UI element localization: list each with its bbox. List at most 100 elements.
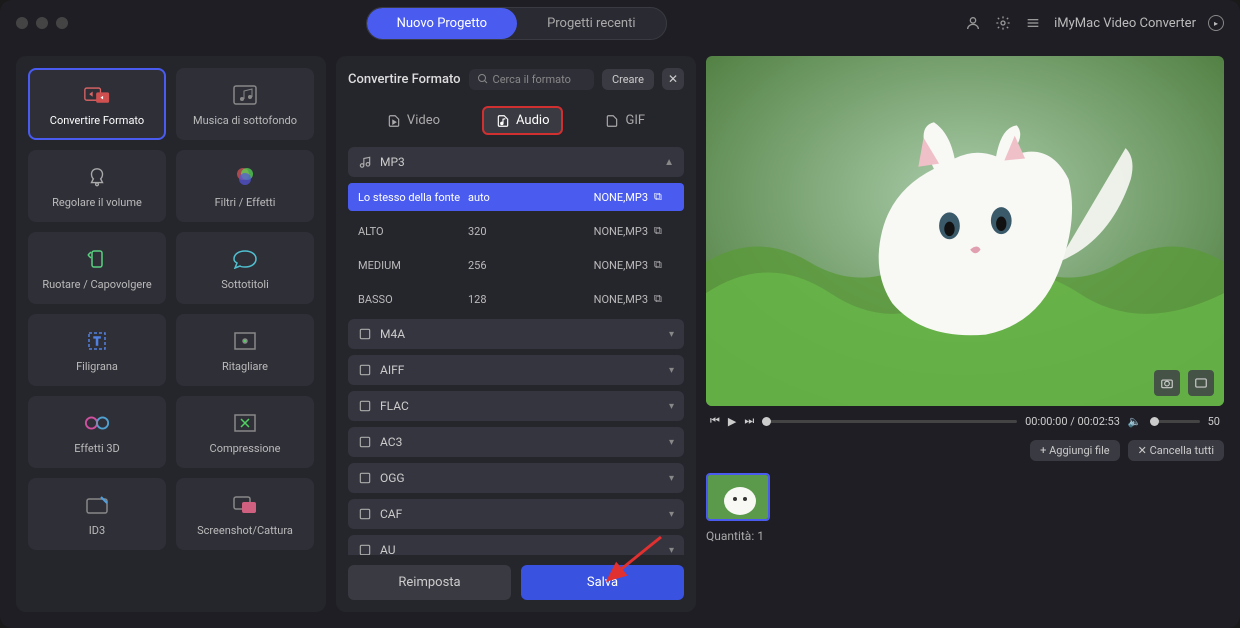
sidebar-item-label: Ritagliare (222, 360, 268, 373)
panel-title: Convertire Formato (348, 72, 461, 87)
convert-icon (84, 82, 110, 108)
close-button[interactable]: ✕ (662, 68, 684, 90)
sidebar-item-subtitle[interactable]: Sottotitoli (176, 232, 314, 304)
chevron-up-icon: ▲ (664, 157, 674, 168)
search-icon (477, 73, 489, 85)
format-caf-header[interactable]: CAF▾ (348, 499, 684, 529)
sidebar-item-label: Filtri / Effetti (215, 196, 276, 209)
mute-button[interactable]: 🔈 (1128, 415, 1142, 428)
max-dot[interactable] (56, 17, 68, 29)
time-display: 00:00:00 / 00:02:53 (1025, 415, 1120, 428)
sidebar-item-volume[interactable]: Regolare il volume (28, 150, 166, 222)
sidebar-item-label: Regolare il volume (52, 196, 142, 209)
format-m4a-header[interactable]: M4A▾ (348, 319, 684, 349)
save-button[interactable]: Salva (521, 565, 684, 600)
format-ogg-header[interactable]: OGG▾ (348, 463, 684, 493)
sidebar-item-label: Filigrana (76, 360, 118, 373)
watermark-icon: T (84, 328, 110, 354)
compress-icon (232, 410, 258, 436)
min-dot[interactable] (36, 17, 48, 29)
next-button[interactable]: ⏭ (744, 414, 754, 428)
format-mp3-header[interactable]: MP3 ▲ (348, 147, 684, 177)
rotate-icon (84, 246, 110, 272)
format-au-header[interactable]: AU▾ (348, 535, 684, 555)
3d-icon (84, 410, 110, 436)
audio-icon (358, 399, 372, 413)
filters-icon (232, 164, 258, 190)
sidebar-item-label: Musica di sottofondo (193, 114, 297, 127)
format-flac-header[interactable]: FLAC▾ (348, 391, 684, 421)
subtab-gif[interactable]: GIF (593, 106, 657, 135)
clear-all-button[interactable]: ✕ Cancella tutti (1128, 440, 1224, 461)
gif-file-icon (605, 114, 619, 128)
audio-icon (358, 327, 372, 341)
quantity-label: Quantità: 1 (706, 529, 1224, 543)
preview-panel: ⏮ ▶ ⏭ 00:00:00 / 00:02:53 🔈 50 + Aggiung… (706, 56, 1224, 612)
snapshot-button[interactable] (1154, 370, 1180, 396)
video-preview[interactable] (706, 56, 1224, 406)
chevron-down-icon: ▾ (669, 401, 674, 412)
sidebar-item-id3[interactable]: ID3 (28, 478, 166, 550)
sidebar-item-compress[interactable]: Compressione (176, 396, 314, 468)
sidebar-item-label: Effetti 3D (74, 442, 120, 455)
play-circle-icon[interactable]: ▸ (1208, 15, 1224, 31)
tab-new-project[interactable]: Nuovo Progetto (367, 8, 517, 39)
audio-icon (358, 363, 372, 377)
edit-icon[interactable]: ⧉ (654, 224, 674, 238)
sidebar-item-convert[interactable]: Convertire Formato (28, 68, 166, 140)
preset-row-basso[interactable]: BASSO 128 NONE,MP3 ⧉ (348, 285, 684, 313)
tools-sidebar: Convertire Formato Musica di sottofondo … (16, 56, 326, 612)
titlebar: Nuovo Progetto Progetti recenti iMyMac V… (0, 0, 1240, 46)
app-title: iMyMac Video Converter (1054, 16, 1196, 31)
audio-icon (358, 435, 372, 449)
seek-slider[interactable] (762, 420, 1017, 423)
file-thumbnail[interactable] (706, 473, 770, 521)
sidebar-item-filters[interactable]: Filtri / Effetti (176, 150, 314, 222)
sidebar-item-label: Sottotitoli (221, 278, 269, 291)
sidebar-item-3d[interactable]: Effetti 3D (28, 396, 166, 468)
fullscreen-icon (1194, 376, 1208, 390)
sidebar-item-rotate[interactable]: Ruotare / Capovolgere (28, 232, 166, 304)
edit-icon[interactable]: ⧉ (654, 190, 674, 204)
gear-icon[interactable] (994, 14, 1012, 32)
preset-row-same-source[interactable]: Lo stesso della fonte auto NONE,MP3 ⧉ (348, 183, 684, 211)
sidebar-item-label: Screenshot/Cattura (197, 524, 293, 537)
video-file-icon (387, 114, 401, 128)
edit-icon[interactable]: ⧉ (654, 258, 674, 272)
fullscreen-button[interactable] (1188, 370, 1214, 396)
preset-row-alto[interactable]: ALTO 320 NONE,MP3 ⧉ (348, 217, 684, 245)
tab-recent-projects[interactable]: Progetti recenti (517, 8, 665, 39)
chevron-down-icon: ▾ (669, 509, 674, 520)
reset-button[interactable]: Reimposta (348, 565, 511, 600)
subtitle-icon (232, 246, 258, 272)
menu-icon[interactable] (1024, 14, 1042, 32)
chevron-down-icon: ▾ (669, 329, 674, 340)
sidebar-item-music-bg[interactable]: Musica di sottofondo (176, 68, 314, 140)
account-icon[interactable] (964, 14, 982, 32)
play-button[interactable]: ▶ (728, 415, 736, 428)
audio-icon (358, 507, 372, 521)
subtab-audio[interactable]: Audio (482, 106, 563, 135)
music-bg-icon (232, 82, 258, 108)
volume-slider[interactable] (1150, 420, 1200, 423)
project-tabs: Nuovo Progetto Progetti recenti (366, 7, 667, 40)
format-aiff-header[interactable]: AIFF▾ (348, 355, 684, 385)
add-file-button[interactable]: + Aggiungi file (1030, 440, 1120, 461)
format-ac3-header[interactable]: AC3▾ (348, 427, 684, 457)
create-button[interactable]: Creare (602, 69, 654, 90)
subtab-video[interactable]: Video (375, 106, 452, 135)
sidebar-item-screenshot[interactable]: Screenshot/Cattura (176, 478, 314, 550)
preset-row-medium[interactable]: MEDIUM 256 NONE,MP3 ⧉ (348, 251, 684, 279)
edit-icon[interactable]: ⧉ (654, 292, 674, 306)
preview-image (706, 56, 1224, 406)
sidebar-item-watermark[interactable]: T Filigrana (28, 314, 166, 386)
sidebar-item-label: Convertire Formato (50, 114, 144, 127)
sidebar-item-label: Ruotare / Capovolgere (42, 278, 151, 291)
close-dot[interactable] (16, 17, 28, 29)
chevron-down-icon: ▾ (669, 545, 674, 556)
sidebar-item-crop[interactable]: Ritagliare (176, 314, 314, 386)
search-placeholder: Cerca il formato (493, 73, 571, 86)
search-input[interactable]: Cerca il formato (469, 69, 594, 90)
playback-bar: ⏮ ▶ ⏭ 00:00:00 / 00:02:53 🔈 50 (706, 414, 1224, 428)
prev-button[interactable]: ⏮ (710, 414, 720, 428)
